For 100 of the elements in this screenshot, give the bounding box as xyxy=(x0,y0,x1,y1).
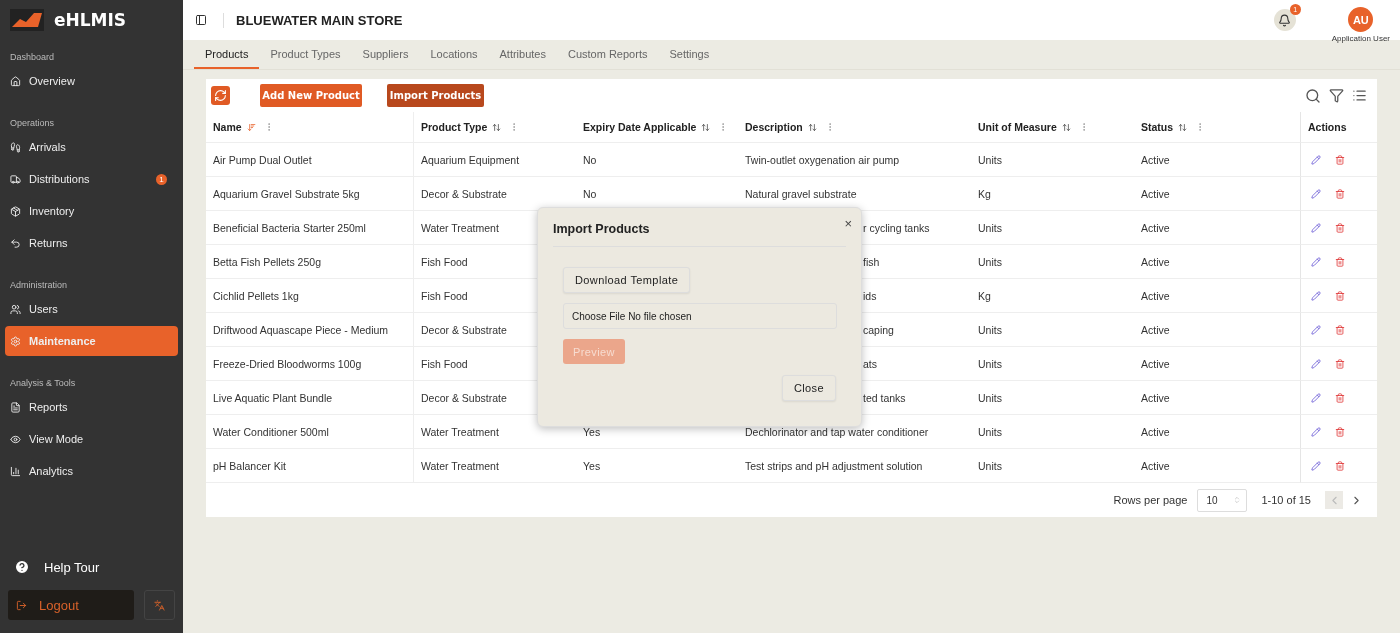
sidebar-item[interactable]: Arrivals xyxy=(5,132,178,162)
item-label: Distributions xyxy=(29,173,90,185)
sort-icon[interactable] xyxy=(492,122,502,132)
edit-button[interactable] xyxy=(1311,188,1321,199)
column-header[interactable]: Expiry Date Applicable xyxy=(583,121,697,133)
sidebar-item[interactable]: Users xyxy=(5,294,178,324)
table-cell: Dechlorinator and tap water conditioner xyxy=(745,425,929,438)
delete-button[interactable] xyxy=(1335,256,1345,267)
page-range: 1-10 of 15 xyxy=(1261,494,1311,506)
language-icon xyxy=(154,599,165,611)
logout-icon xyxy=(16,599,27,611)
table-cell: Active xyxy=(1141,425,1170,438)
table-cell: Active xyxy=(1141,153,1170,166)
tab[interactable]: Locations xyxy=(419,40,489,69)
refresh-icon xyxy=(214,89,227,102)
table-cell: Kg xyxy=(978,187,991,200)
column-header[interactable]: Product Type xyxy=(421,121,488,133)
section-title: Dashboard xyxy=(9,51,56,64)
delete-button[interactable] xyxy=(1335,154,1345,165)
delete-button[interactable] xyxy=(1335,188,1345,199)
column-header[interactable]: Name xyxy=(213,121,242,133)
download-template-button[interactable]: Download Template xyxy=(563,267,691,293)
sidebar-item[interactable]: Overview xyxy=(5,66,178,96)
sidebar-item[interactable]: Distributions 1 xyxy=(5,164,178,194)
table-cell: Fish Food xyxy=(421,255,468,268)
edit-button[interactable] xyxy=(1311,154,1321,165)
table-cell: Units xyxy=(978,323,1002,336)
table-cell: Yes xyxy=(583,459,601,472)
table-cell: ats xyxy=(863,357,877,370)
tab[interactable]: Attributes xyxy=(488,40,557,69)
table-cell: Active xyxy=(1141,323,1170,336)
edit-button[interactable] xyxy=(1311,358,1321,369)
delete-button[interactable] xyxy=(1335,290,1345,301)
edit-button[interactable] xyxy=(1311,290,1321,301)
sidebar-item[interactable]: Reports xyxy=(5,392,178,422)
sort-icon[interactable] xyxy=(1178,122,1188,132)
item-label: Maintenance xyxy=(29,335,96,347)
edit-button[interactable] xyxy=(1311,222,1321,233)
rows-per-page-select[interactable]: 10 xyxy=(1197,488,1248,512)
table-cell: Decor & Substrate xyxy=(421,391,507,404)
tab[interactable]: Custom Reports xyxy=(556,40,659,69)
close-button[interactable]: × xyxy=(844,216,852,231)
tab[interactable]: Settings xyxy=(658,40,721,69)
sidebar-item[interactable]: Inventory xyxy=(5,196,178,226)
edit-button[interactable] xyxy=(1311,460,1321,471)
edit-button[interactable] xyxy=(1311,324,1321,335)
dialog-title: Import Products xyxy=(553,208,846,247)
language-button[interactable] xyxy=(144,590,175,620)
tab[interactable]: Suppliers xyxy=(351,40,420,69)
table-cell: caping xyxy=(863,323,894,336)
edit-button[interactable] xyxy=(1311,392,1321,403)
sort-icon[interactable] xyxy=(701,122,711,132)
tab[interactable]: Products xyxy=(194,40,260,69)
filter-button[interactable] xyxy=(1329,87,1344,104)
columns-button[interactable] xyxy=(1352,87,1367,104)
import-button[interactable]: Import Products xyxy=(387,84,484,107)
sidebar-toggle-icon[interactable] xyxy=(195,14,207,26)
document-icon xyxy=(10,401,21,413)
delete-button[interactable] xyxy=(1335,426,1345,437)
search-button[interactable] xyxy=(1305,87,1321,104)
table-cell: Freeze-Dried Bloodworms 100g xyxy=(213,357,362,370)
item-label: Analytics xyxy=(29,465,74,477)
column-header[interactable]: Actions xyxy=(1308,121,1347,133)
delete-button[interactable] xyxy=(1335,460,1345,471)
add-button[interactable]: Add New Product xyxy=(260,84,362,107)
refresh-button[interactable] xyxy=(211,86,230,105)
table-cell: Active xyxy=(1141,357,1170,370)
table-cell: ted tanks xyxy=(863,391,906,404)
delete-button[interactable] xyxy=(1335,392,1345,403)
close-dialog-button[interactable]: Close xyxy=(781,375,836,401)
delete-button[interactable] xyxy=(1335,324,1345,335)
table-cell: Units xyxy=(978,425,1002,438)
footprints-icon xyxy=(10,141,21,153)
sort-icon[interactable] xyxy=(807,122,817,132)
store-title: BLUEWATER MAIN STORE xyxy=(223,12,403,28)
notification-button[interactable] xyxy=(1273,9,1296,31)
sort-icon[interactable] xyxy=(1061,122,1071,132)
delete-button[interactable] xyxy=(1335,222,1345,233)
sort-icon[interactable] xyxy=(246,122,256,132)
box-icon xyxy=(10,205,21,217)
column-header[interactable]: Description xyxy=(745,121,803,133)
logout-button[interactable]: Logout xyxy=(8,590,134,620)
table-cell: Test strips and pH adjustment solution xyxy=(745,459,923,472)
table-cell: Units xyxy=(978,153,1002,166)
tab[interactable]: Product Types xyxy=(259,40,352,69)
delete-button[interactable] xyxy=(1335,358,1345,369)
home-icon xyxy=(10,75,21,87)
table-cell: Twin-outlet oxygenation air pump xyxy=(745,153,900,166)
edit-button[interactable] xyxy=(1311,256,1321,267)
edit-button[interactable] xyxy=(1311,426,1321,437)
gear-icon xyxy=(10,335,21,347)
column-header[interactable]: Unit of Measure xyxy=(978,121,1057,133)
sidebar-item[interactable]: Returns xyxy=(5,228,178,258)
column-header[interactable]: Status xyxy=(1141,121,1174,133)
sidebar-item[interactable]: View Mode xyxy=(5,424,178,454)
help-tour-link[interactable]: Help Tour xyxy=(8,550,175,584)
rows-per-page-label: Rows per page xyxy=(1113,494,1188,506)
file-input[interactable]: Choose File No file chosen xyxy=(563,303,837,329)
bar-chart-icon xyxy=(10,465,21,477)
sidebar-item[interactable]: Analytics xyxy=(5,456,178,486)
